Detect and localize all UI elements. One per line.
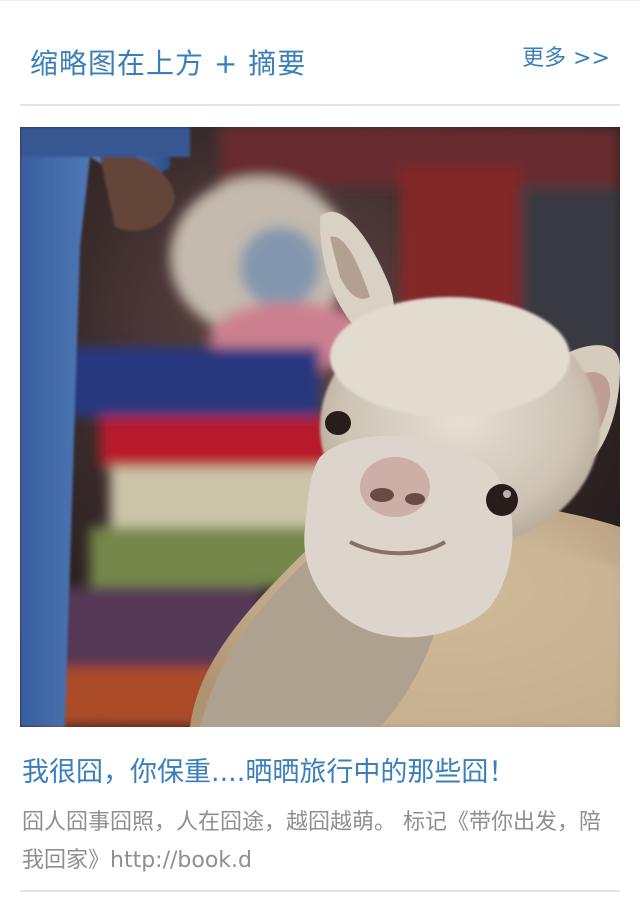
article-title[interactable]: 我很囧，你保重....晒晒旅行中的那些囧！ — [22, 750, 622, 789]
section-header: 缩略图在上方 + 摘要 更多 >> — [20, 34, 620, 90]
more-link[interactable]: 更多 >> — [522, 40, 610, 72]
section-title: 缩略图在上方 + 摘要 — [30, 47, 307, 80]
top-edge-line — [0, 0, 640, 1]
article-summary: 囧人囧事囧照，人在囧途，越囧越萌。 标记《带你出发，陪我回家》http://bo… — [22, 810, 601, 873]
header-divider — [20, 104, 620, 106]
alpaca-photo — [20, 127, 620, 727]
article-divider — [20, 890, 620, 892]
article-thumbnail[interactable] — [20, 127, 620, 727]
